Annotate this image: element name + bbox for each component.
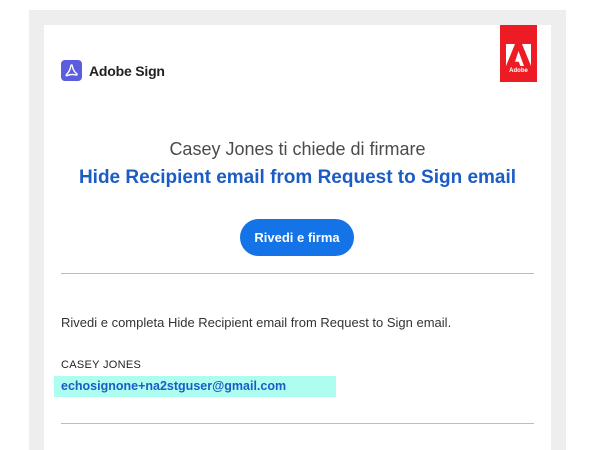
- sender-email[interactable]: echosignone+na2stguser@gmail.com: [54, 376, 336, 397]
- message-body: Rivedi e completa Hide Recipient email f…: [61, 315, 452, 330]
- adobe-sign-icon: [61, 60, 82, 81]
- sender-name: CASEY JONES: [61, 359, 142, 371]
- divider-bottom: [61, 423, 534, 424]
- brand-name: Adobe Sign: [89, 62, 165, 79]
- email-background: Adobe Sign Adobe Casey Jones ti chiede d…: [29, 10, 566, 450]
- request-subtitle: Casey Jones ti chiede di firmare: [169, 139, 426, 159]
- email-card: Adobe Sign Adobe Casey Jones ti chiede d…: [44, 25, 551, 450]
- review-and-sign-button[interactable]: Rivedi e firma: [240, 219, 354, 256]
- adobe-logo-icon: [506, 44, 531, 66]
- document-title: Hide Recipient email from Request to Sig…: [78, 167, 517, 188]
- brand-header: Adobe Sign: [61, 60, 165, 81]
- adobe-badge-label: Adobe: [509, 68, 528, 74]
- adobe-logo-badge: Adobe: [500, 25, 537, 82]
- divider-top: [61, 273, 534, 274]
